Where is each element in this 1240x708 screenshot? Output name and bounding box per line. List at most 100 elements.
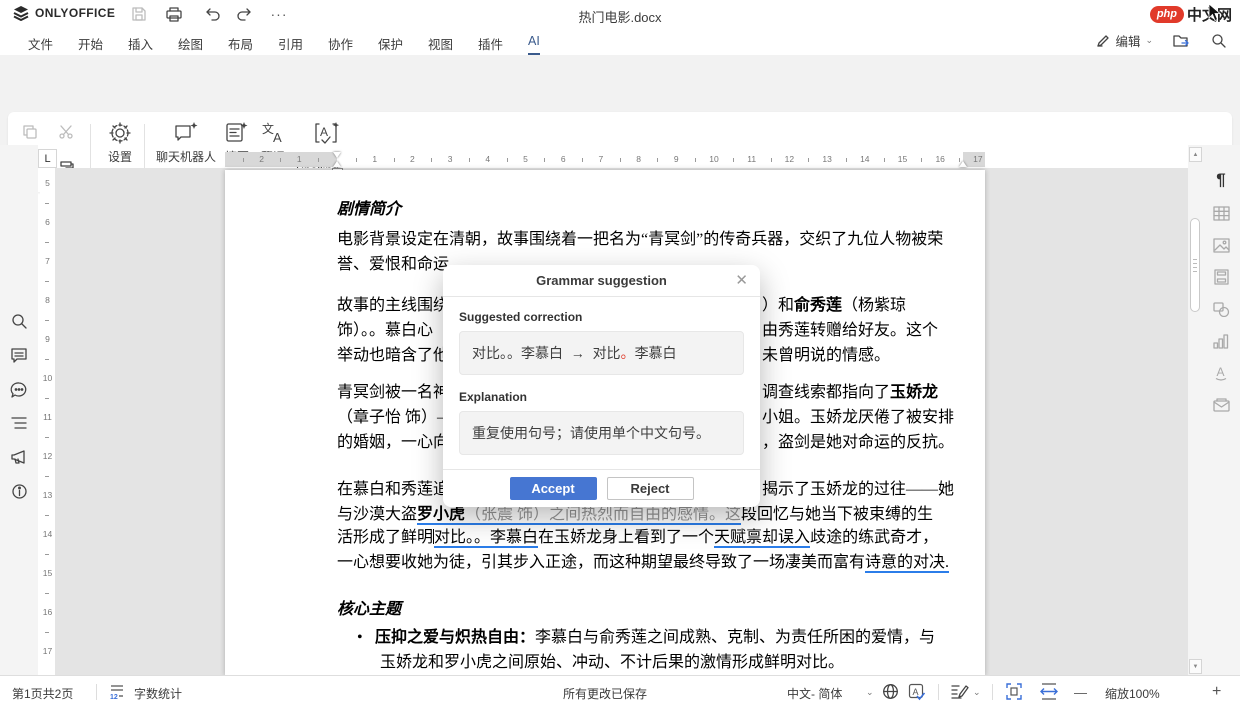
- bullet-marker: •: [357, 628, 363, 647]
- menu-tab-bar: 文件 开始 插入 绘图 布局 引用 协作 保护 视图 插件 AI 编辑 ⌄: [0, 28, 1240, 55]
- accept-button[interactable]: Accept: [510, 477, 597, 500]
- tab-ai[interactable]: AI: [528, 34, 540, 55]
- right-indent-marker[interactable]: [959, 161, 967, 167]
- chatbot-icon: [171, 120, 201, 146]
- cut-button[interactable]: [54, 120, 78, 144]
- chatbot-button[interactable]: 聊天机器人: [150, 120, 222, 164]
- page-number-indicator[interactable]: 第1页共2页: [12, 685, 73, 702]
- settings-button[interactable]: 设置: [102, 120, 138, 164]
- shape-settings-button[interactable]: [1211, 299, 1231, 319]
- grammar-spelling-icon: A: [313, 120, 341, 146]
- fit-width-button[interactable]: [1040, 683, 1058, 700]
- image-settings-button[interactable]: [1211, 235, 1231, 255]
- doc-heading-plot: 剧情简介: [337, 200, 1097, 219]
- spell-check-button[interactable]: A: [908, 683, 926, 701]
- first-line-indent-marker[interactable]: [333, 152, 341, 158]
- h-ruler[interactable]: 121234567891011121314151617: [225, 152, 985, 167]
- word-count-button[interactable]: 12: [108, 683, 126, 700]
- cut-icon: [58, 124, 74, 140]
- scroll-up-button[interactable]: ▲: [1189, 147, 1202, 162]
- copy-icon: [22, 124, 38, 140]
- save-status: 所有更改已保存: [563, 685, 647, 702]
- right-sidebar: ¶ A: [1202, 145, 1240, 676]
- spellcheck-icon: A: [908, 683, 926, 701]
- scrollbar-thumb[interactable]: [1190, 218, 1200, 312]
- grammar-flagged-text: 诗意的对决.: [865, 554, 949, 573]
- scroll-down-button[interactable]: ▼: [1189, 659, 1202, 674]
- doc-p4-line3: 活形成了鲜明对比。。李慕白在玉娇龙身上看到了一个天赋禀却误入歧途的练武奇才，: [337, 528, 1097, 547]
- doc-bullet-line2: 玉娇龙和罗小虎之间原始、冲动、不计后果的激情形成鲜明对比。: [380, 653, 1140, 672]
- arrow-right-icon: →: [571, 345, 585, 361]
- info-icon: [11, 483, 28, 500]
- edit-mode-label: 编辑: [1115, 31, 1140, 50]
- explanation-box: 重复使用句号；请使用单个中文句号。: [459, 411, 744, 455]
- edit-mode-dropdown[interactable]: 编辑 ⌄: [1096, 31, 1153, 50]
- summary-icon: [223, 120, 251, 146]
- settings-label: 设置: [108, 151, 132, 164]
- left-indent-marker[interactable]: [333, 161, 341, 167]
- grammar-flagged-text: 对比。。李慕白: [434, 529, 538, 548]
- comments-button[interactable]: [8, 344, 30, 366]
- chat-button[interactable]: [8, 378, 30, 400]
- svg-text:A: A: [273, 130, 282, 145]
- grammar-suggestion-dialog: Grammar suggestion ✕ Suggested correctio…: [443, 265, 760, 507]
- gear-icon: [107, 120, 133, 146]
- v-ruler[interactable]: 567891011121314151617: [40, 170, 55, 676]
- text-art-settings-button[interactable]: A: [1211, 363, 1231, 383]
- suggested-correction-label: Suggested correction: [459, 310, 744, 324]
- corrected-punctuation: 。: [621, 345, 635, 361]
- chart-settings-button[interactable]: [1211, 331, 1231, 351]
- dialog-header[interactable]: Grammar suggestion ✕: [443, 265, 760, 297]
- chatbot-label: 聊天机器人: [156, 151, 216, 164]
- doc-bold-name: 俞秀莲: [794, 297, 842, 314]
- left-sidebar: [0, 145, 38, 676]
- paragraph-icon: ¶: [1216, 170, 1225, 190]
- shape-icon: [1213, 302, 1230, 317]
- doc-p4-line4: 一心想要收她为徒，引其步入正途，而这种期望最终导致了一场凄美而富有诗意的对决.: [337, 553, 1097, 572]
- zoom-level-indicator[interactable]: 缩放100%: [1105, 685, 1160, 702]
- zoom-in-button[interactable]: +: [1212, 683, 1221, 701]
- comment-icon: [10, 347, 28, 363]
- php-logo: php: [1150, 6, 1184, 23]
- search-button[interactable]: [1211, 33, 1226, 48]
- paragraph-settings-button[interactable]: ¶: [1211, 170, 1231, 190]
- word-count-icon: 12: [108, 683, 126, 700]
- feedback-button[interactable]: [8, 446, 30, 468]
- table-icon: [1213, 206, 1230, 221]
- document-title: 热门电影.docx: [0, 7, 1240, 26]
- chevron-down-icon: ⌄: [1145, 35, 1153, 46]
- about-button[interactable]: [8, 480, 30, 502]
- translate-icon: 文 A: [259, 120, 287, 146]
- open-file-location-button[interactable]: [1173, 33, 1191, 48]
- svg-text:A: A: [1217, 365, 1225, 379]
- navigation-headings-icon: [10, 416, 28, 430]
- zoom-out-button[interactable]: —: [1074, 685, 1087, 700]
- header-footer-settings-button[interactable]: [1211, 267, 1231, 287]
- set-language-button[interactable]: [882, 683, 899, 700]
- titlebar: ONLYOFFICE ··· 热门电影.docx php 中文网: [0, 0, 1240, 28]
- doc-p4-line2: 与沙漠大盗罗小虎（张震 饰）之间热烈而自由的感情。这段回忆与她当下被束缚的生: [337, 505, 1097, 524]
- doc-bold-name: 玉娇龙: [890, 384, 938, 401]
- tab-stop-selector[interactable]: L: [38, 149, 57, 168]
- find-button[interactable]: [8, 310, 30, 332]
- word-count-label[interactable]: 字数统计: [134, 685, 182, 702]
- mail-merge-button[interactable]: [1211, 395, 1231, 415]
- track-changes-button[interactable]: [950, 683, 969, 700]
- doc-p1-line1: 电影背景设定在清朝，故事围绕着一把名为“青冥剑”的传奇兵器，交织了九位人物被荣: [337, 230, 1097, 249]
- close-icon[interactable]: ✕: [735, 271, 748, 289]
- reject-button[interactable]: Reject: [607, 477, 694, 500]
- dialog-footer: Accept Reject: [443, 469, 760, 507]
- doc-bold-name: 罗小虎: [417, 506, 465, 525]
- document-language-selector[interactable]: 中文- 简体: [787, 685, 842, 702]
- dialog-title: Grammar suggestion: [536, 273, 667, 288]
- headings-button[interactable]: [8, 412, 30, 434]
- megaphone-icon: [10, 449, 28, 465]
- svg-text:12: 12: [110, 694, 118, 700]
- header-footer-icon: [1214, 269, 1229, 285]
- copy-button[interactable]: [18, 120, 42, 144]
- toolbar-background: 设置 聊天机器人 摘要 文 A 翻译 ⌄: [0, 55, 1240, 145]
- doc-bullet-line1: • 压抑之爱与炽热自由：李慕白与俞秀莲之间成熟、克制、为责任所困的爱情，与: [225, 628, 985, 647]
- fit-page-button[interactable]: [1006, 683, 1022, 700]
- grammar-flagged-text: 天赋禀却误入: [714, 529, 810, 548]
- table-settings-button[interactable]: [1211, 203, 1231, 223]
